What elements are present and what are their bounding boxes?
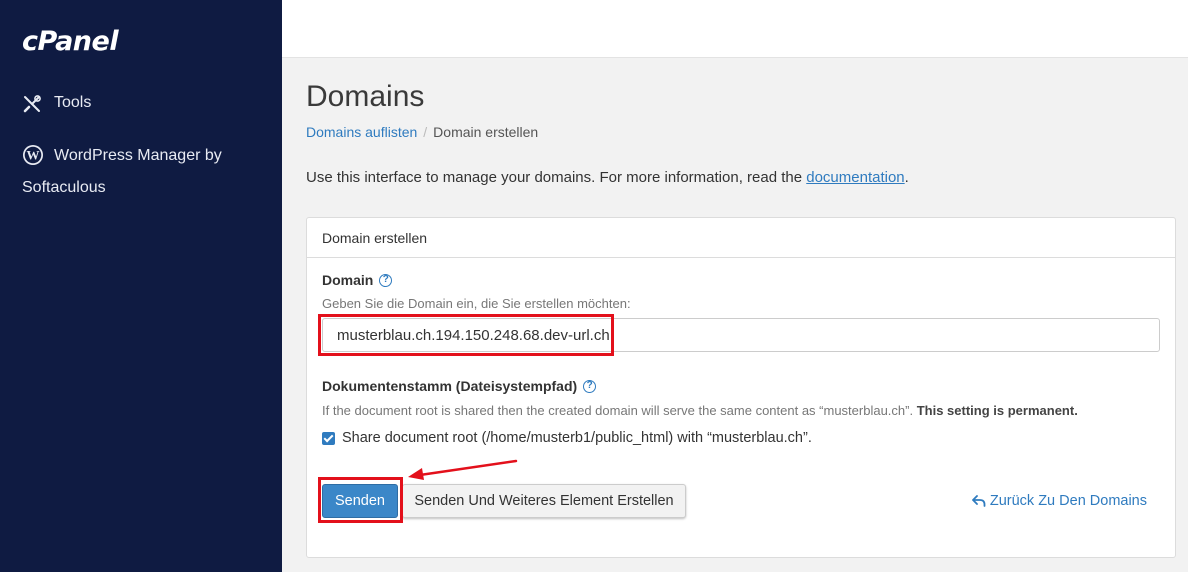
docroot-label: Dokumentenstamm (Dateisystempfad) ? <box>322 378 597 394</box>
sidebar-item-wordpress-manager[interactable]: W WordPress Manager by Softaculous <box>22 140 262 204</box>
intro-text-end: . <box>904 169 909 186</box>
domain-input-highlight <box>318 314 614 356</box>
sidebar-item-label-continued: Softaculous <box>22 179 106 196</box>
breadcrumb-separator: / <box>423 124 428 140</box>
back-to-domains-link[interactable]: Zurück Zu Den Domains <box>971 493 1147 509</box>
docroot-help-permanent: This setting is permanent. <box>916 403 1078 418</box>
page-title: Domains <box>306 80 425 113</box>
create-domain-panel: Domain erstellen Domain ? Geben Sie die … <box>306 217 1176 558</box>
back-arrow-icon <box>971 495 986 507</box>
sidebar: cPanel Tools W WordPress Manager by Soft… <box>0 0 282 572</box>
docroot-help-text: If the document root is shared then the … <box>322 403 1078 418</box>
breadcrumb: Domains auflisten / Domain erstellen <box>306 124 538 140</box>
domain-help-text: Geben Sie die Domain ein, die Sie erstel… <box>322 296 631 311</box>
domain-label: Domain ? <box>322 272 393 288</box>
sidebar-item-tools[interactable]: Tools <box>22 94 91 116</box>
annotation-arrow-icon <box>408 459 518 480</box>
sidebar-item-label: WordPress Manager by <box>54 147 222 164</box>
tools-icon <box>22 94 44 116</box>
svg-text:W: W <box>27 148 40 163</box>
panel-header: Domain erstellen <box>307 218 1175 258</box>
docroot-help-body: If the document root is shared then the … <box>322 403 914 418</box>
documentation-link[interactable]: documentation <box>806 169 904 186</box>
domain-label-text: Domain <box>322 272 374 288</box>
wordpress-icon: W <box>22 144 44 166</box>
top-bar <box>282 0 1188 58</box>
docroot-label-text: Dokumentenstamm (Dateisystempfad) <box>322 378 578 394</box>
share-docroot-checkbox[interactable] <box>322 431 335 445</box>
intro-text-body: Use this interface to manage your domain… <box>306 169 803 186</box>
intro-text: Use this interface to manage your domain… <box>306 169 909 186</box>
share-docroot-label[interactable]: Share document root (/home/musterb1/publ… <box>342 430 812 446</box>
help-icon[interactable]: ? <box>379 273 393 287</box>
submit-button-highlight <box>318 477 403 523</box>
breadcrumb-current: Domain erstellen <box>433 124 539 140</box>
cpanel-logo[interactable]: cPanel <box>22 26 119 57</box>
help-icon[interactable]: ? <box>583 379 597 393</box>
submit-and-create-another-button[interactable]: Senden Und Weiteres Element Erstellen <box>402 484 686 518</box>
breadcrumb-link-domains[interactable]: Domains auflisten <box>306 124 417 140</box>
share-docroot-row: Share document root (/home/musterb1/publ… <box>322 430 812 446</box>
back-link-label: Zurück Zu Den Domains <box>989 493 1147 509</box>
sidebar-item-label: Tools <box>54 94 92 111</box>
